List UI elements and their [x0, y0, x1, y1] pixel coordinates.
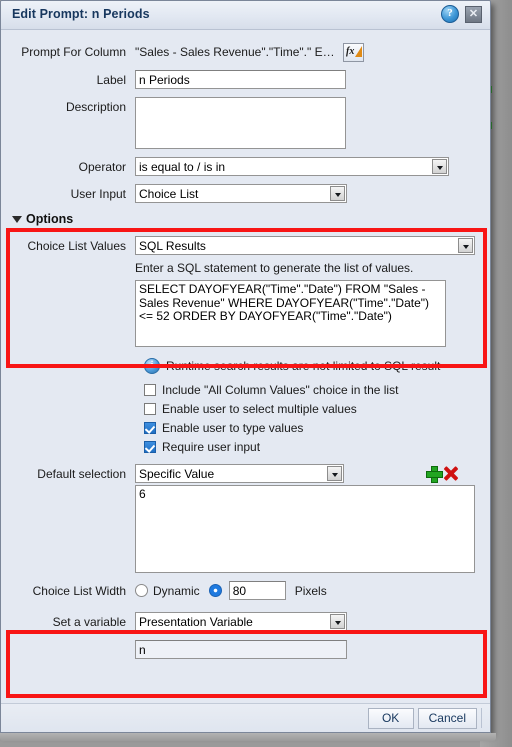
choice-list-values-label: Choice List Values	[27, 239, 127, 253]
chevron-down-icon[interactable]	[327, 466, 342, 481]
runtime-info-note: i Runtime search results are not limited…	[144, 358, 490, 374]
checkbox-box[interactable]	[144, 403, 156, 415]
choice-list-values-select[interactable]: SQL Results	[135, 236, 475, 255]
label-input[interactable]: n Periods	[135, 70, 346, 89]
chevron-down-icon[interactable]	[330, 186, 345, 201]
user-input-select[interactable]: Choice List	[135, 184, 347, 203]
page-background: Edit Prompt: n Periods ? ✕ Prompt For Co…	[0, 0, 512, 747]
prompt-for-column-value: "Sales - Sales Revenue"."Time"." E…	[135, 45, 335, 59]
edit-prompt-dialog: Edit Prompt: n Periods ? ✕ Prompt For Co…	[0, 0, 491, 733]
default-selection-select[interactable]: Specific Value	[135, 464, 344, 483]
pixels-input[interactable]: 80	[228, 581, 286, 600]
set-variable-row: Set a variable Presentation Variable n	[1, 612, 490, 659]
checkbox-label: Require user input	[162, 440, 261, 454]
choice-list-values-value: SQL Results	[139, 239, 206, 253]
options-section-header[interactable]: Options	[12, 212, 490, 226]
user-input-row: User Input Choice List	[1, 184, 490, 203]
runtime-info-text: Runtime search results are not limited t…	[166, 359, 441, 373]
user-input-label: User Input	[70, 187, 126, 201]
default-selection-list[interactable]: 6	[135, 485, 475, 573]
options-checkbox-group: Include "All Column Values" choice in th…	[144, 383, 490, 454]
default-selection-label: Default selection	[37, 467, 126, 481]
description-textarea[interactable]	[135, 97, 346, 149]
user-input-value: Choice List	[139, 187, 199, 201]
checkbox-label: Enable user to type values	[162, 421, 304, 435]
fx-edit-icon[interactable]: fx	[343, 43, 364, 62]
label-row: Label n Periods	[1, 70, 490, 89]
variable-name-input[interactable]: n	[135, 640, 347, 659]
fx-glyph: fx	[346, 46, 355, 57]
delete-x-icon[interactable]	[442, 465, 459, 482]
set-variable-select[interactable]: Presentation Variable	[135, 612, 347, 631]
options-header-label: Options	[26, 212, 74, 226]
checkbox-enable-multiple-values[interactable]: Enable user to select multiple values	[144, 402, 490, 416]
operator-row: Operator is equal to / is in	[1, 157, 490, 176]
cancel-button[interactable]: Cancel	[417, 707, 477, 729]
dialog-titlebar[interactable]: Edit Prompt: n Periods ? ✕	[1, 1, 490, 30]
dialog-footer: OK Cancel	[1, 703, 490, 732]
operator-select[interactable]: is equal to / is in	[135, 157, 449, 176]
checkbox-enable-type-values[interactable]: Enable user to type values	[144, 421, 490, 435]
sql-hint-text: Enter a SQL statement to generate the li…	[135, 261, 414, 275]
label-field-label: Label	[96, 73, 126, 87]
ok-button[interactable]: OK	[367, 707, 414, 729]
footer-divider	[481, 708, 482, 728]
close-icon[interactable]: ✕	[465, 5, 482, 23]
sql-statement-textarea[interactable]: SELECT DAYOFYEAR("Time"."Date") FROM "Sa…	[135, 280, 446, 347]
radio-pixels[interactable]	[208, 584, 222, 597]
add-plus-icon[interactable]	[425, 465, 443, 483]
pencil-glyph	[355, 46, 362, 57]
checkbox-box[interactable]	[144, 422, 156, 434]
checkbox-require-user-input[interactable]: Require user input	[144, 440, 490, 454]
help-icon[interactable]: ?	[441, 5, 459, 23]
dialog-bottom-shadow	[0, 733, 496, 741]
info-icon: i	[144, 358, 160, 374]
description-label: Description	[65, 100, 126, 114]
titlebar-actions: ? ✕	[441, 5, 482, 23]
chevron-down-icon[interactable]	[458, 238, 473, 253]
description-row: Description	[1, 97, 490, 149]
checkbox-label: Include "All Column Values" choice in th…	[162, 383, 399, 397]
radio-dynamic[interactable]	[135, 584, 148, 597]
prompt-for-column-label: Prompt For Column	[21, 45, 126, 59]
pixels-label: Pixels	[294, 583, 327, 598]
operator-value: is equal to / is in	[139, 160, 226, 174]
dialog-title: Edit Prompt: n Periods	[12, 7, 150, 21]
choice-list-width-row: Choice List Width Dynamic 80 Pixels	[1, 581, 490, 600]
radio-dynamic-label: Dynamic	[153, 583, 200, 598]
triangle-down-icon[interactable]	[12, 215, 22, 223]
set-variable-value: Presentation Variable	[139, 615, 253, 629]
default-selection-row: Default selection Specific Value 6	[1, 464, 490, 573]
checkbox-label: Enable user to select multiple values	[162, 402, 357, 416]
checkbox-box[interactable]	[144, 384, 156, 396]
choice-list-width-label: Choice List Width	[32, 584, 126, 598]
chevron-down-icon[interactable]	[330, 614, 345, 629]
prompt-for-column-row: Prompt For Column "Sales - Sales Revenue…	[1, 42, 490, 62]
dialog-body: Prompt For Column "Sales - Sales Revenue…	[1, 42, 490, 718]
set-variable-label: Set a variable	[52, 615, 126, 629]
choice-list-values-row: Choice List Values SQL Results Enter a S…	[1, 236, 490, 347]
checkbox-box[interactable]	[144, 441, 156, 453]
checkbox-include-all-column-values[interactable]: Include "All Column Values" choice in th…	[144, 383, 490, 397]
operator-label: Operator	[78, 160, 126, 174]
chevron-down-icon[interactable]	[432, 159, 447, 174]
default-selection-value: Specific Value	[139, 467, 215, 481]
